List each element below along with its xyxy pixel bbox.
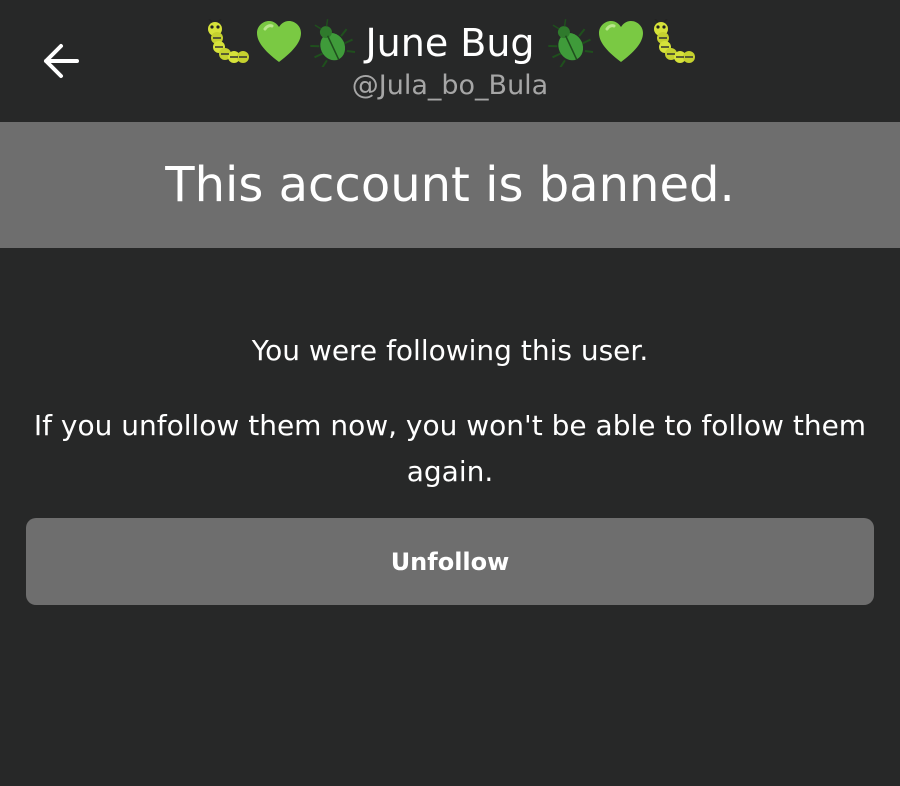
profile-header: June Bug @Jula_bo_Bula: [0, 0, 900, 122]
banned-banner-text: This account is banned.: [165, 157, 735, 213]
unfollow-warning-text: If you unfollow them now, you won't be a…: [33, 409, 867, 488]
display-name: June Bug: [365, 21, 535, 65]
unfollow-button[interactable]: Unfollow: [26, 518, 874, 605]
beetle-icon: [307, 19, 356, 67]
unfollow-button-label: Unfollow: [390, 547, 510, 576]
green-heart-icon: [597, 19, 645, 67]
title-row: June Bug: [0, 14, 900, 72]
user-handle: @Jula_bo_Bula: [351, 70, 549, 101]
banned-banner: This account is banned.: [0, 122, 900, 248]
green-heart-icon: [255, 19, 303, 67]
caterpillar-icon: [649, 19, 697, 67]
beetle-icon: [545, 19, 593, 67]
banned-account-page: June Bug @Jula_bo_Bula This account is b…: [0, 0, 900, 786]
caterpillar-icon: [203, 19, 251, 67]
following-status-text: You were following this user.: [251, 334, 649, 367]
